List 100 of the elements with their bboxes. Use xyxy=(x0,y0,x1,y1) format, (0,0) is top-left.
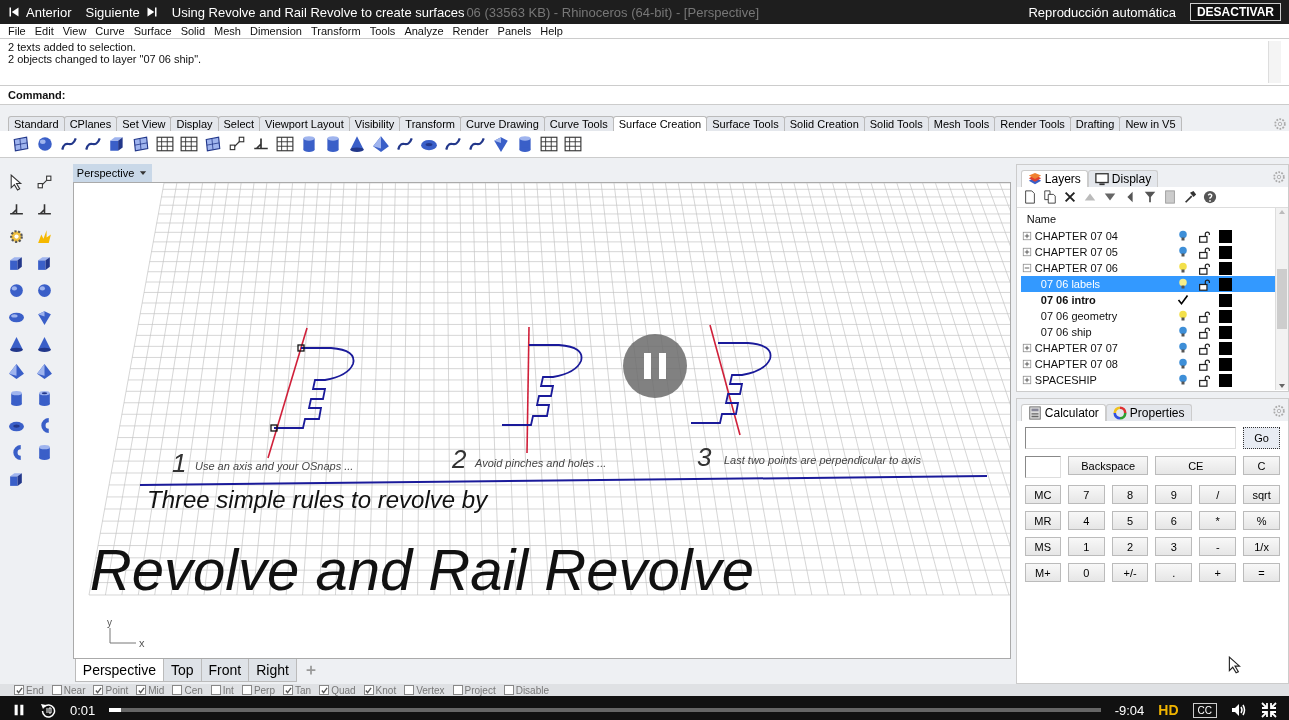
surface-icon[interactable] xyxy=(12,135,30,153)
viewport-tab[interactable]: Front xyxy=(200,659,250,682)
grid-icon[interactable] xyxy=(180,135,198,153)
bulb-icon[interactable] xyxy=(1177,229,1189,243)
layer-row[interactable]: 07 06 geometry xyxy=(1020,308,1275,324)
osnap-checkbox[interactable]: Tan xyxy=(283,684,312,696)
open-lock-icon[interactable] xyxy=(1198,245,1211,259)
osnap-checkbox[interactable]: Cen xyxy=(172,684,203,696)
layer-row[interactable]: CHAPTER 07 07 xyxy=(1020,340,1275,356)
calculator-key[interactable]: 4 xyxy=(1067,511,1105,530)
viewport-title[interactable]: Perspective xyxy=(72,164,153,182)
layer-row[interactable]: SPACESHIP xyxy=(1020,372,1275,388)
calculator-key[interactable]: 0 xyxy=(1067,563,1105,582)
points-icon[interactable] xyxy=(36,174,53,191)
tube-icon[interactable] xyxy=(36,390,53,407)
help-icon[interactable] xyxy=(1202,190,1217,204)
copy-icon[interactable] xyxy=(1042,190,1057,204)
toolbar-tab[interactable]: New in V5 xyxy=(1119,116,1182,131)
page-icon[interactable] xyxy=(1022,190,1037,204)
open-lock-icon[interactable] xyxy=(1198,261,1211,275)
curve-icon[interactable] xyxy=(84,135,102,153)
cone-icon[interactable] xyxy=(348,135,366,153)
calculator-key[interactable]: * xyxy=(1199,511,1237,530)
color-swatch[interactable] xyxy=(1219,309,1232,323)
panel-tab[interactable]: Display xyxy=(1087,170,1159,187)
column-header[interactable]: Name xyxy=(1026,213,1057,225)
calculator-key[interactable]: + xyxy=(1199,563,1237,582)
pause-icon[interactable] xyxy=(12,703,26,717)
previous-link[interactable]: Anterior xyxy=(8,4,72,20)
expand-icon[interactable] xyxy=(1020,230,1033,242)
layer-row[interactable]: CHAPTER 07 04 xyxy=(1020,228,1275,244)
toolbar-tab[interactable]: Select xyxy=(217,116,261,131)
gear-icon[interactable] xyxy=(8,228,25,245)
captions-button[interactable]: CC xyxy=(1192,702,1217,718)
cone-icon[interactable] xyxy=(8,336,25,353)
cylinder-icon[interactable] xyxy=(324,135,342,153)
color-swatch[interactable] xyxy=(1219,373,1232,387)
calculator-key[interactable]: 9 xyxy=(1155,485,1193,504)
panel-tab[interactable]: Layers xyxy=(1020,170,1088,187)
toolbar-tab[interactable]: Mesh Tools xyxy=(927,116,996,131)
toolbar-tab[interactable]: Standard xyxy=(8,116,65,131)
go-button[interactable]: Go xyxy=(1243,427,1280,449)
calculator-key[interactable]: 5 xyxy=(1111,511,1149,530)
points-icon[interactable] xyxy=(228,135,246,153)
osnap-checkbox[interactable]: Perp xyxy=(241,684,275,696)
layer-row[interactable]: CHAPTER 07 08 xyxy=(1020,356,1275,372)
osnap-checkbox[interactable]: Near xyxy=(51,684,86,696)
open-lock-icon[interactable] xyxy=(1198,357,1211,371)
osnap-checkbox[interactable]: Mid xyxy=(136,684,165,696)
layer-row[interactable]: 07 06 intro xyxy=(1020,292,1275,308)
color-swatch[interactable] xyxy=(1219,277,1232,291)
calculator-key[interactable]: C xyxy=(1243,456,1280,475)
cylinder-icon[interactable] xyxy=(516,135,534,153)
toolbar-tab[interactable]: Surface Creation xyxy=(612,116,708,131)
hammer-icon[interactable] xyxy=(1182,190,1197,204)
bulb-icon[interactable] xyxy=(1177,277,1189,291)
toolbar-tab[interactable]: Solid Tools xyxy=(863,116,929,131)
bulb-icon[interactable] xyxy=(1177,325,1189,339)
grid-icon[interactable] xyxy=(564,135,582,153)
expand-icon[interactable] xyxy=(1020,374,1033,386)
surface-icon[interactable] xyxy=(204,135,222,153)
curve-icon[interactable] xyxy=(468,135,486,153)
gem-icon[interactable] xyxy=(36,309,53,326)
cylinder-icon[interactable] xyxy=(8,390,25,407)
collapse-icon[interactable] xyxy=(1020,262,1033,274)
cone-icon[interactable] xyxy=(36,336,53,353)
toolbar-tab[interactable]: Surface Tools xyxy=(706,116,785,131)
expand-icon[interactable] xyxy=(1020,358,1033,370)
curve-icon[interactable] xyxy=(60,135,78,153)
menu-item[interactable]: Surface xyxy=(133,25,172,37)
calculator-key[interactable]: CE xyxy=(1155,456,1237,475)
osnap-checkbox[interactable]: Vertex xyxy=(404,684,445,696)
cube-icon[interactable] xyxy=(36,255,53,272)
menu-item[interactable]: Tools xyxy=(369,25,396,37)
menu-item[interactable]: Render xyxy=(452,25,489,37)
color-swatch[interactable] xyxy=(1219,245,1232,259)
calculator-key[interactable]: MC xyxy=(1024,485,1061,504)
autoplay-button[interactable]: DESACTIVAR xyxy=(1189,3,1281,21)
expand-icon[interactable] xyxy=(1020,246,1033,258)
color-swatch[interactable] xyxy=(1219,261,1232,275)
calculator-key[interactable]: / xyxy=(1199,485,1237,504)
bulb-icon[interactable] xyxy=(1177,261,1189,275)
open-lock-icon[interactable] xyxy=(1198,341,1211,355)
curve-icon[interactable] xyxy=(444,135,462,153)
osnap-checkbox[interactable]: Quad xyxy=(319,684,356,696)
calculator-key[interactable]: 1 xyxy=(1067,537,1105,556)
bulb-icon[interactable] xyxy=(1177,373,1189,387)
surface-icon[interactable] xyxy=(132,135,150,153)
calculator-key[interactable]: - xyxy=(1199,537,1237,556)
osnap-checkbox[interactable]: Point xyxy=(93,684,129,696)
menu-item[interactable]: Transform xyxy=(310,25,361,37)
replay-icon[interactable] xyxy=(40,702,56,718)
curve-icon[interactable] xyxy=(396,135,414,153)
quality-button[interactable]: HD xyxy=(1158,702,1179,718)
calculator-key[interactable]: +/- xyxy=(1111,563,1149,582)
osnap-checkbox[interactable]: Int xyxy=(210,684,234,696)
menu-item[interactable]: Curve xyxy=(95,25,125,37)
calculator-display[interactable] xyxy=(1024,427,1237,449)
toolbar-tab[interactable]: Viewport Layout xyxy=(259,116,350,131)
toolbar-tab[interactable]: Curve Drawing xyxy=(460,116,545,131)
